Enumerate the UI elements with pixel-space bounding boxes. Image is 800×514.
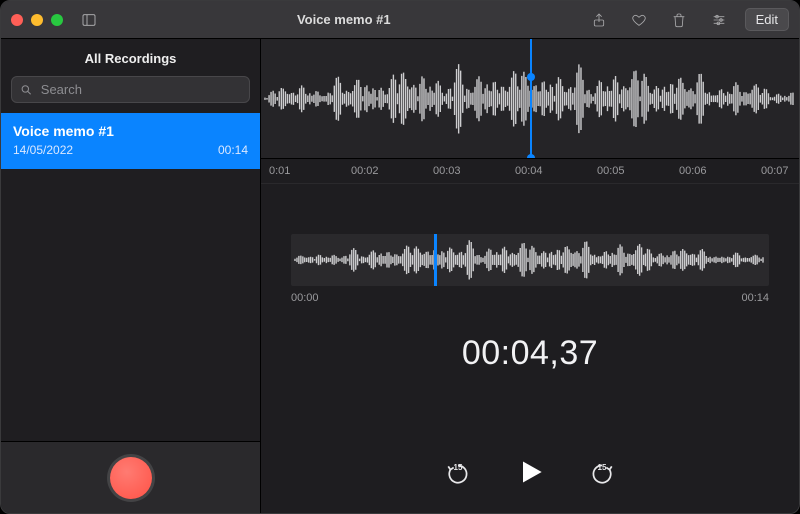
heart-icon[interactable] [625,8,653,32]
ruler-tick: 00:04 [515,165,547,177]
search-field[interactable] [11,76,250,103]
ruler-tick: 00:07 [761,165,793,177]
waveform-small [291,234,769,286]
trim-playhead[interactable] [434,234,437,286]
search-icon [20,83,33,97]
recording-duration: 00:14 [218,143,248,157]
ruler-tick: 0:01 [269,165,301,177]
playback-controls: 15 15 [261,373,799,513]
sidebar-footer [1,441,260,513]
minimize-window-button[interactable] [31,14,43,26]
record-button[interactable] [110,457,152,499]
window-title: Voice memo #1 [111,12,577,27]
share-icon[interactable] [585,8,613,32]
titlebar: Voice memo #1 Edit [1,1,799,39]
trash-icon[interactable] [665,8,693,32]
ruler-tick: 00:03 [433,165,465,177]
trim-end-label: 00:14 [741,292,769,304]
ruler-tick: 00:02 [351,165,383,177]
ruler-tick: 00:06 [679,165,711,177]
skip-back-seconds: 15 [454,463,463,472]
app-window: Voice memo #1 Edit All Recordings [0,0,800,514]
maximize-window-button[interactable] [51,14,63,26]
skip-forward-seconds: 15 [598,463,607,472]
search-input[interactable] [39,81,241,98]
skip-back-button[interactable]: 15 [443,459,473,489]
time-display: 00:04,37 [261,334,799,373]
sidebar: All Recordings Voice memo #1 14/05/2022 … [1,39,261,513]
playhead[interactable] [530,39,532,158]
time-ruler: 0:01 00:02 00:03 00:04 00:05 00:06 00:07 [261,159,799,184]
ruler-tick: 00:05 [597,165,629,177]
sidebar-toggle-icon[interactable] [75,8,103,32]
edit-button[interactable]: Edit [745,8,789,31]
recording-item[interactable]: Voice memo #1 14/05/2022 00:14 [1,113,260,169]
titlebar-actions: Edit [585,8,789,32]
sidebar-header: All Recordings [1,39,260,76]
trim-track[interactable] [291,234,769,286]
main-pane: 0:01 00:02 00:03 00:04 00:05 00:06 00:07 00:00… [261,39,799,513]
recording-title: Voice memo #1 [13,123,248,139]
traffic-lights [11,14,63,26]
recording-date: 14/05/2022 [13,143,73,157]
trim-start-label: 00:00 [291,292,319,304]
close-window-button[interactable] [11,14,23,26]
play-button[interactable] [513,455,547,489]
skip-forward-button[interactable]: 15 [587,459,617,489]
waveform-display[interactable] [261,39,799,159]
sliders-icon[interactable] [705,8,733,32]
